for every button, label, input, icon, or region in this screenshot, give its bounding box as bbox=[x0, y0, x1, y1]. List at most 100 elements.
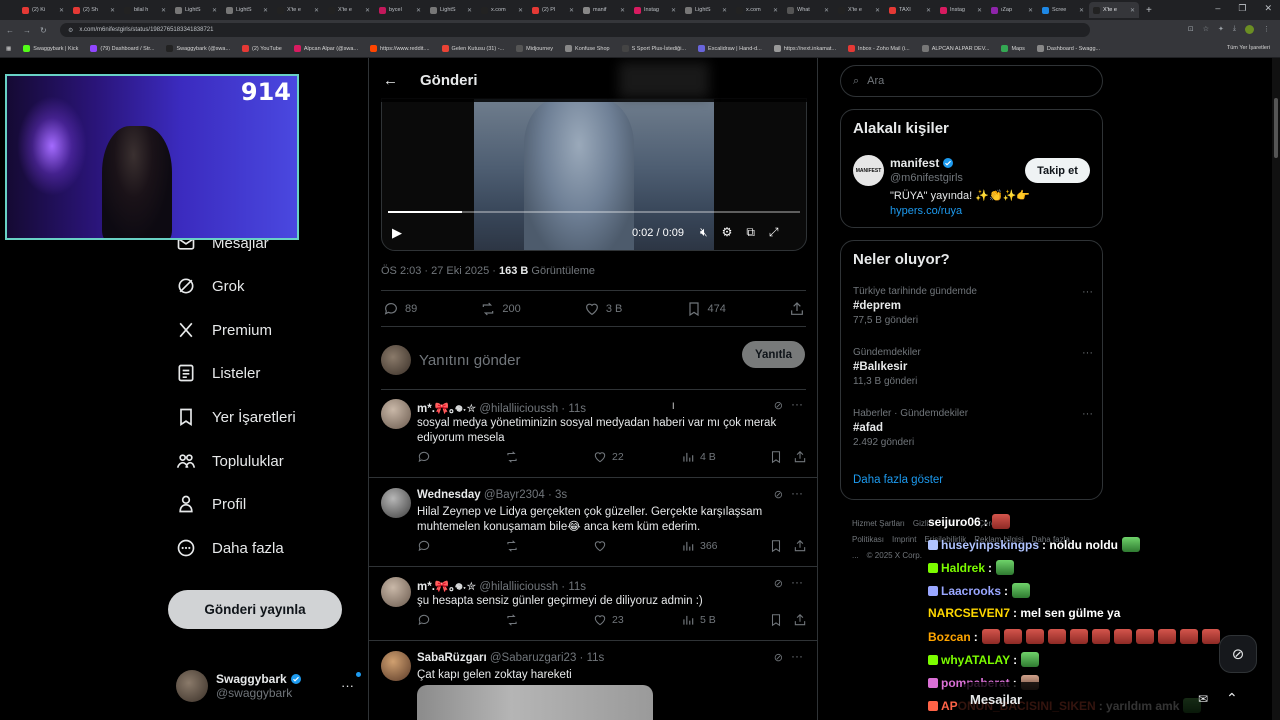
tweet-image[interactable] bbox=[417, 685, 653, 720]
browser-tab[interactable]: bilal h ✕ bbox=[120, 2, 170, 18]
tab-close-icon[interactable]: ✕ bbox=[314, 7, 319, 14]
reply-action[interactable] bbox=[417, 450, 431, 464]
browser-tab[interactable]: ıZap ✕ bbox=[987, 2, 1037, 18]
messages-dock[interactable]: Mesajlar ✉ ⌃ bbox=[958, 682, 1258, 720]
bookmark-item[interactable]: Alpcan Alpar (@swa... bbox=[293, 45, 358, 52]
browser-tab[interactable]: (2) Sh ✕ bbox=[69, 2, 119, 18]
chat-username[interactable]: seijuro06 bbox=[928, 515, 981, 529]
tab-close-icon[interactable]: ✕ bbox=[875, 7, 880, 14]
nav-item-topluluklar[interactable]: Topluluklar bbox=[176, 446, 284, 476]
bookmark-item[interactable]: Konfuse Shop bbox=[565, 45, 610, 52]
views-action[interactable]: 366 bbox=[681, 539, 718, 553]
chat-username[interactable]: Bozcan bbox=[928, 630, 971, 644]
browser-tab[interactable]: What ✕ bbox=[783, 2, 833, 18]
bookmark-item[interactable]: Swaggybark (@swa... bbox=[166, 45, 230, 52]
nav-item-yer-i̇şaretleri[interactable]: Yer İşaretleri bbox=[176, 402, 296, 432]
nav-item-premium[interactable]: Premium bbox=[176, 315, 272, 345]
back-arrow-icon[interactable]: ← bbox=[6, 26, 14, 35]
like-action[interactable] bbox=[593, 539, 612, 553]
share-action[interactable] bbox=[789, 301, 805, 317]
like-action[interactable]: 23 bbox=[593, 613, 624, 627]
share-action[interactable] bbox=[793, 613, 807, 627]
footer-link[interactable]: © 2025 X Corp. bbox=[867, 551, 922, 560]
chat-username[interactable]: Haldrek bbox=[941, 561, 985, 575]
tab-close-icon[interactable]: ✕ bbox=[977, 7, 982, 14]
author-name[interactable]: m*.🎀｡𖦹˖✮ bbox=[417, 403, 476, 415]
post-timestamp[interactable]: ÖS 2:03 · 27 Eki 2025 · bbox=[381, 265, 499, 277]
chat-username[interactable]: whyATALAY bbox=[941, 653, 1010, 667]
new-message-icon[interactable]: ✉ bbox=[1198, 692, 1208, 706]
video-player[interactable]: ▶ 0:02 / 0:09 🔇︎ ⚙ ⧉ ⤢ bbox=[381, 98, 807, 251]
trend-item[interactable]: Türkiye tarihinde gündemde #deprem 77,5 B … bbox=[853, 286, 1093, 326]
pip-icon[interactable]: ⧉ bbox=[746, 225, 755, 240]
reply-tweet[interactable]: Wednesday @Bayr2304 · 3s ⊘ ··· Hilal Zeynep… bbox=[369, 478, 817, 567]
more-dots-icon[interactable]: ··· bbox=[1082, 286, 1093, 298]
bookmark-action[interactable]: 474 bbox=[686, 301, 726, 317]
browser-tab[interactable]: manif ✕ bbox=[579, 2, 629, 18]
tab-close-icon[interactable]: ✕ bbox=[773, 7, 778, 14]
more-dots-icon[interactable]: ··· bbox=[791, 486, 803, 500]
author-handle[interactable]: @hilalliicioussh · 11s bbox=[479, 403, 586, 415]
bookmark-item[interactable]: Swaggybark | Kick bbox=[23, 45, 78, 52]
nav-item-grok[interactable]: Grok bbox=[176, 271, 245, 301]
browser-menu-icon[interactable]: ⋮ bbox=[1263, 25, 1270, 34]
search-input[interactable]: ⌕ Ara bbox=[840, 65, 1103, 97]
bookmark-action[interactable] bbox=[769, 613, 783, 627]
browser-tab[interactable]: X'te e ✕ bbox=[273, 2, 323, 18]
tab-close-icon[interactable]: ✕ bbox=[59, 7, 64, 14]
tab-close-icon[interactable]: ✕ bbox=[161, 7, 166, 14]
browser-tab[interactable]: x.com ✕ bbox=[732, 2, 782, 18]
nav-item-profil[interactable]: Profil bbox=[176, 489, 246, 519]
bookmark-item[interactable]: Excalidraw | Hand-d... bbox=[698, 45, 762, 52]
avatar[interactable]: MANIFEST bbox=[853, 155, 884, 186]
more-dots-icon[interactable]: ··· bbox=[791, 397, 803, 411]
footer-link[interactable]: Imprint bbox=[892, 535, 916, 544]
browser-tab[interactable]: X'te e ✕ bbox=[324, 2, 374, 18]
more-dots-icon[interactable]: ··· bbox=[791, 575, 803, 589]
browser-tab[interactable]: Instag ✕ bbox=[936, 2, 986, 18]
bookmark-action[interactable] bbox=[769, 539, 783, 553]
tab-close-icon[interactable]: ✕ bbox=[1028, 7, 1033, 14]
tab-close-icon[interactable]: ✕ bbox=[1079, 7, 1084, 14]
bookmark-item[interactable]: (2) YouTube bbox=[242, 45, 282, 52]
show-more-link[interactable]: Daha fazla göster bbox=[853, 474, 943, 486]
bookmark-item[interactable]: Midjourney bbox=[516, 45, 553, 52]
browser-tab[interactable]: Scree ✕ bbox=[1038, 2, 1088, 18]
bookmark-item[interactable]: Inbox - Zoho Mail (i... bbox=[848, 45, 910, 52]
like-action[interactable]: 22 bbox=[593, 450, 624, 464]
chat-username[interactable]: huseyinpskingps bbox=[941, 538, 1039, 552]
person-name[interactable]: manifest bbox=[890, 156, 954, 170]
tab-close-icon[interactable]: ✕ bbox=[824, 7, 829, 14]
repost-action[interactable] bbox=[505, 613, 519, 627]
trend-item[interactable]: Haberler · Gündemdekiler #afad 2.492 gönde… bbox=[853, 408, 1093, 448]
install-icon[interactable]: ⊡ bbox=[1188, 25, 1194, 34]
reply-action[interactable] bbox=[417, 613, 431, 627]
browser-tab[interactable]: LightS ✕ bbox=[171, 2, 221, 18]
tab-close-icon[interactable]: ✕ bbox=[518, 7, 523, 14]
site-info-icon[interactable]: ⚙ bbox=[68, 27, 73, 34]
new-tab-icon[interactable]: + bbox=[1146, 5, 1152, 16]
author-handle[interactable]: @hilalliicioussh · 11s bbox=[479, 581, 586, 593]
bookmark-item[interactable]: ALPCAN ALPAR DEV... bbox=[921, 45, 989, 52]
more-dots-icon[interactable]: ··· bbox=[341, 678, 354, 693]
reply-button[interactable]: Yanıtla bbox=[742, 341, 805, 368]
avatar[interactable] bbox=[381, 577, 411, 607]
post-button[interactable]: Gönderi yayınla bbox=[168, 590, 342, 629]
tab-close-icon[interactable]: ✕ bbox=[620, 7, 625, 14]
browser-tab[interactable]: (2) Pl ✕ bbox=[528, 2, 578, 18]
account-switcher[interactable]: Swaggybark @swaggybark ··· bbox=[176, 670, 361, 702]
repost-action[interactable] bbox=[505, 539, 519, 553]
browser-tab[interactable]: LightS ✕ bbox=[681, 2, 731, 18]
browser-tab[interactable]: TAXI ✕ bbox=[885, 2, 935, 18]
reply-action[interactable] bbox=[417, 539, 431, 553]
tab-close-icon[interactable]: ✕ bbox=[365, 7, 370, 14]
bookmark-item[interactable]: Gelen Kutusu (31) -... bbox=[441, 45, 504, 52]
reply-tweet[interactable]: SabaRüzgarı @Sabaruzgari23 · 11s ⊘ ··· Çat … bbox=[369, 641, 817, 720]
chat-username[interactable]: NARCSEVEN7 bbox=[928, 606, 1010, 620]
share-action[interactable] bbox=[793, 539, 807, 553]
browser-tab[interactable]: LightS ✕ bbox=[222, 2, 272, 18]
tab-close-icon[interactable]: ✕ bbox=[569, 7, 574, 14]
bookmark-item[interactable]: https://www.reddit.... bbox=[370, 45, 430, 52]
follow-button[interactable]: Takip et bbox=[1025, 158, 1090, 183]
tab-close-icon[interactable]: ✕ bbox=[110, 7, 115, 14]
